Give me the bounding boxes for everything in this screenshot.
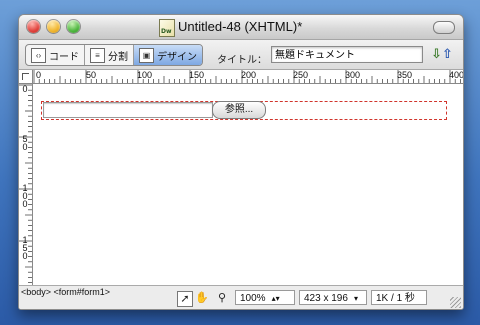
minimize-window-button[interactable] bbox=[47, 20, 60, 33]
split-view-button[interactable]: ≡ 分割 bbox=[85, 45, 134, 65]
zoom-tool-icon[interactable]: ⚲ bbox=[215, 291, 229, 305]
status-bar: <body> <form#form1> ➚ ✋ ⚲ 100% ▴▾ 423 x 1… bbox=[19, 285, 463, 309]
ruler-label: 150 bbox=[189, 70, 205, 80]
design-canvas[interactable]: 参照... bbox=[33, 84, 463, 294]
document-icon: Dw bbox=[159, 19, 175, 37]
ruler-label: 100 bbox=[137, 70, 153, 80]
toolbar-toggle-button[interactable] bbox=[433, 21, 455, 34]
close-window-button[interactable] bbox=[27, 20, 40, 33]
vertical-ruler: 0 50 100 150 bbox=[19, 84, 33, 294]
ruler-label: 100 bbox=[22, 183, 28, 209]
file-field-input[interactable] bbox=[43, 102, 213, 118]
design-view-button[interactable]: ▣ デザイン bbox=[134, 45, 202, 65]
ruler-label: 350 bbox=[397, 70, 413, 80]
document-toolbar: ‹› コード ≡ 分割 ▣ デザイン タイトル： 無題ドキュメント ⇩⇧ bbox=[19, 40, 463, 70]
ruler-label: 300 bbox=[345, 70, 361, 80]
ruler-label: 50 bbox=[86, 70, 97, 80]
resize-grip-icon[interactable] bbox=[450, 297, 461, 308]
split-view-icon: ≡ bbox=[90, 47, 105, 63]
hand-tool-icon[interactable]: ✋ bbox=[195, 291, 209, 305]
horizontal-ruler: 0 50 100 150 200 250 300 350 400 bbox=[33, 70, 463, 84]
dreamweaver-window: Dw Untitled-48 (XHTML)* ‹› コード ≡ 分割 ▣ デザ… bbox=[18, 14, 464, 310]
dropdown-icon: ▴▾ bbox=[271, 294, 280, 303]
code-view-button[interactable]: ‹› コード bbox=[26, 45, 85, 65]
design-view-icon: ▣ bbox=[139, 47, 154, 63]
ruler-label: 50 bbox=[22, 134, 28, 152]
zoom-select[interactable]: 100% ▴▾ bbox=[235, 290, 295, 305]
ruler-label: 150 bbox=[22, 235, 28, 261]
ruler-label: 0 bbox=[36, 70, 42, 80]
tag-selector[interactable]: <body> <form#form1> bbox=[21, 287, 110, 297]
page-title-input[interactable]: 無題ドキュメント bbox=[271, 46, 423, 63]
ruler-label: 0 bbox=[22, 84, 28, 94]
browse-button[interactable]: 参照... bbox=[212, 101, 266, 119]
dropdown-icon: ▾ bbox=[353, 294, 358, 303]
download-stats: 1K / 1 秒 bbox=[371, 290, 427, 305]
window-size-select[interactable]: 423 x 196 ▾ bbox=[299, 290, 367, 305]
title-bar[interactable]: Dw Untitled-48 (XHTML)* bbox=[19, 15, 463, 40]
file-management-icon[interactable]: ⇩⇧ bbox=[431, 47, 453, 62]
page-title-label: タイトル： bbox=[217, 55, 267, 66]
ruler-label: 200 bbox=[241, 70, 257, 80]
ruler-label: 250 bbox=[293, 70, 309, 80]
pointer-tool-icon[interactable]: ➚ bbox=[177, 291, 193, 307]
view-mode-selector: ‹› コード ≡ 分割 ▣ デザイン bbox=[25, 44, 203, 66]
ruler-origin[interactable] bbox=[19, 70, 33, 84]
code-view-icon: ‹› bbox=[31, 47, 46, 63]
ruler-label: 400 bbox=[449, 70, 464, 80]
zoom-window-button[interactable] bbox=[67, 20, 80, 33]
window-title: Untitled-48 (XHTML)* bbox=[178, 19, 303, 34]
